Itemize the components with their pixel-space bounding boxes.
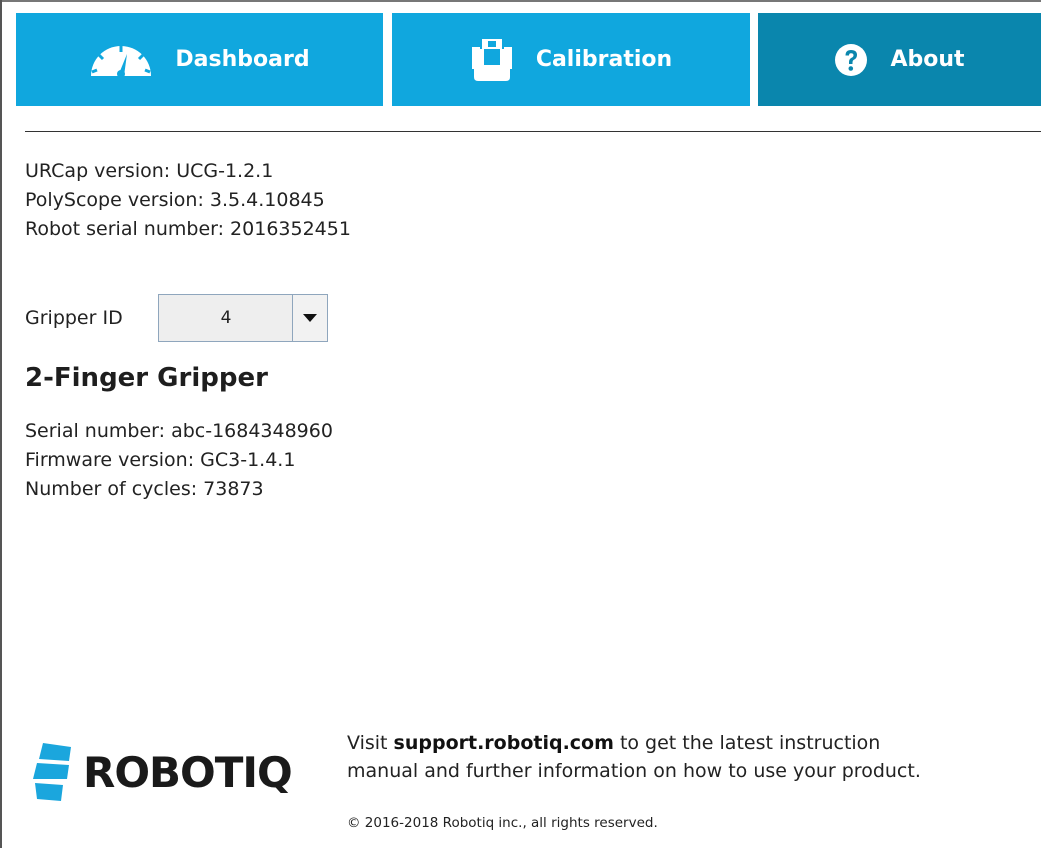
- support-line-2: manual and further information on how to…: [347, 760, 921, 782]
- gripper-icon: [470, 37, 514, 83]
- window-left-border: [0, 0, 2, 848]
- gripper-id-label: Gripper ID: [25, 307, 123, 329]
- chevron-down-icon[interactable]: [292, 295, 327, 341]
- support-suffix: to get the latest instruction: [613, 732, 881, 754]
- section-divider: [25, 131, 1041, 132]
- robotiq-logo-text: ROBOTIQ: [83, 748, 293, 797]
- robotiq-logo-mark-icon: [33, 743, 71, 801]
- support-info: Visit support.robotiq.com to get the lat…: [347, 729, 921, 785]
- robot-serial-number: Robot serial number: 2016352451: [25, 218, 351, 240]
- tab-dashboard[interactable]: Dashboard: [16, 13, 383, 106]
- support-prefix: Visit: [347, 732, 394, 754]
- number-of-cycles: Number of cycles: 73873: [25, 478, 264, 500]
- gripper-id-value: 4: [220, 308, 232, 328]
- gripper-serial-number: Serial number: abc-1684348960: [25, 420, 333, 442]
- tab-calibration-label: Calibration: [535, 47, 673, 72]
- gripper-title: 2-Finger Gripper: [25, 363, 268, 393]
- question-icon: [834, 43, 868, 77]
- robotiq-logo: ROBOTIQ: [33, 743, 303, 803]
- tab-about-label: About: [890, 47, 965, 72]
- tab-dashboard-label: Dashboard: [175, 47, 310, 72]
- gripper-id-dropdown[interactable]: 4: [158, 294, 328, 342]
- firmware-version: Firmware version: GC3-1.4.1: [25, 449, 296, 471]
- tab-bar: Dashboard Calibration About: [16, 13, 1041, 106]
- tab-calibration[interactable]: Calibration: [392, 13, 750, 106]
- gauge-icon: [89, 42, 153, 78]
- support-line-1: Visit support.robotiq.com to get the lat…: [347, 729, 921, 757]
- polyscope-version: PolyScope version: 3.5.4.10845: [25, 189, 325, 211]
- urcap-version: URCap version: UCG-1.2.1: [25, 160, 274, 182]
- window-top-border: [0, 0, 1041, 2]
- gripper-details: Serial number: abc-1684348960 Firmware v…: [25, 417, 333, 504]
- tab-about[interactable]: About: [758, 13, 1041, 106]
- software-info: URCap version: UCG-1.2.1 PolyScope versi…: [25, 157, 351, 244]
- copyright: © 2016-2018 Robotiq inc., all rights res…: [347, 815, 658, 831]
- support-link[interactable]: support.robotiq.com: [394, 732, 614, 754]
